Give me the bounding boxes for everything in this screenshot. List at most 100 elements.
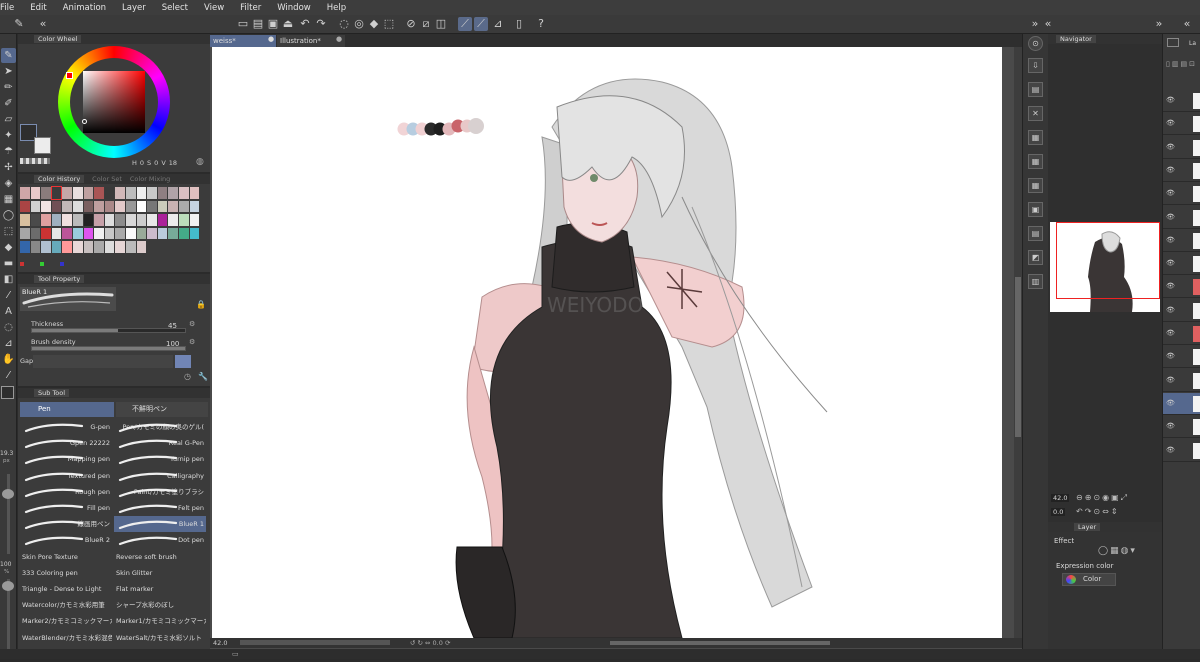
snap-ruler-icon[interactable]: ⟋ — [458, 17, 472, 31]
color-swatch[interactable] — [94, 227, 104, 240]
navigator-zoom[interactable]: 42.0 — [1051, 494, 1070, 502]
visibility-eye-icon[interactable]: 👁 — [1166, 213, 1175, 221]
tab-color-history[interactable]: Color History — [34, 175, 85, 183]
color-swatch[interactable] — [30, 227, 41, 240]
visibility-eye-icon[interactable]: 👁 — [1166, 446, 1175, 454]
layer-row[interactable]: 👁 — [1163, 323, 1200, 345]
timeline-icon[interactable]: ▭ — [232, 650, 239, 658]
layer-row[interactable]: 👁 — [1163, 137, 1200, 159]
visibility-eye-icon[interactable]: 👁 — [1166, 259, 1175, 267]
layer-row[interactable]: 👁 — [1163, 440, 1200, 462]
material-icon[interactable]: ⇩ — [1028, 58, 1043, 73]
layer-property-title[interactable]: Layer — [1074, 523, 1101, 531]
panel-3-icon[interactable]: ▦ — [1028, 178, 1043, 193]
brush-tool-icon[interactable]: ✐ — [1, 96, 16, 111]
lasso-tool-icon[interactable]: ◯ — [1, 208, 16, 223]
color-swatch[interactable] — [20, 200, 30, 213]
color-swatch[interactable] — [126, 200, 136, 213]
lock-icon[interactable]: 🔒 — [196, 300, 206, 309]
layer-row[interactable]: 👁 — [1163, 392, 1200, 415]
expand2-icon[interactable]: « — [1180, 17, 1194, 31]
color-swatch[interactable] — [30, 200, 41, 213]
color-swatch[interactable] — [62, 200, 72, 213]
figure-tool-icon[interactable]: ◧ — [1, 272, 16, 287]
color-swatch[interactable] — [147, 187, 157, 199]
color-swatch[interactable] — [94, 241, 104, 253]
color-swatch[interactable] — [115, 227, 125, 240]
brush-item[interactable]: 333 Coloring pen — [20, 565, 112, 581]
color-swatch[interactable] — [73, 227, 83, 240]
color-mode-icon[interactable]: ◍ — [196, 157, 204, 167]
layer-property-icon[interactable]: ▤ — [1028, 82, 1043, 97]
color-swatch[interactable] — [62, 187, 72, 199]
gradient-tool-icon[interactable]: ▦ — [1, 192, 16, 207]
brush-item[interactable]: Marker1/カモミコミックマーカー — [114, 613, 206, 629]
pencil-tool-icon[interactable]: ✏ — [1, 80, 16, 95]
drawing-canvas[interactable]: WEIYODO — [212, 47, 1002, 638]
doc-tab-illustration[interactable]: Illustration* — [277, 35, 345, 47]
opacity-handle[interactable] — [2, 581, 14, 591]
color-swatch[interactable] — [179, 214, 189, 226]
panel-4-icon[interactable]: ▣ — [1028, 202, 1043, 217]
color-swatch-grid[interactable] — [20, 186, 208, 257]
new-file-icon[interactable]: ▭ — [236, 17, 250, 31]
vertical-scrollbar[interactable] — [1014, 47, 1022, 638]
color-swatch[interactable] — [41, 241, 51, 253]
color-swatch[interactable] — [83, 241, 94, 253]
sub-color-chip[interactable] — [34, 137, 51, 154]
menu-file[interactable]: File — [0, 3, 14, 13]
eyedropper-tool-icon[interactable]: ⁄ — [1, 368, 16, 383]
color-swatch[interactable] — [189, 187, 200, 199]
brush-item[interactable]: Triangle - Dense to Light — [20, 581, 112, 597]
blend-tool-icon[interactable]: ☂ — [1, 144, 16, 159]
color-swatch[interactable] — [168, 227, 178, 240]
color-swatch[interactable] — [73, 187, 83, 199]
color-swatch[interactable] — [62, 227, 72, 240]
navigator-rotation[interactable]: 0.0 — [1051, 508, 1066, 516]
transparent-color-chip[interactable] — [20, 158, 50, 164]
layer-row[interactable]: 👁 — [1163, 113, 1200, 136]
undo-icon[interactable]: ↶ — [298, 17, 312, 31]
color-swatch[interactable] — [157, 214, 168, 226]
status-zoom[interactable]: 42.0 — [213, 639, 227, 647]
balloon-tool-icon[interactable]: ◌ — [1, 320, 16, 335]
pen-tool-icon[interactable]: ✎ — [1, 48, 16, 63]
visibility-eye-icon[interactable]: 👁 — [1166, 399, 1175, 407]
layer-row[interactable]: 👁 — [1163, 230, 1200, 252]
color-swatch[interactable] — [30, 187, 41, 199]
menu-edit[interactable]: Edit — [30, 3, 46, 13]
layer-row[interactable]: 👁 — [1163, 160, 1200, 182]
menu-filter[interactable]: Filter — [240, 3, 261, 13]
visibility-eye-icon[interactable]: 👁 — [1166, 236, 1175, 244]
color-swatch[interactable] — [30, 241, 41, 253]
color-swatch[interactable] — [147, 227, 157, 240]
hand-tool-icon[interactable]: ✋ — [1, 352, 16, 367]
color-swatch[interactable] — [83, 187, 94, 199]
doc-tab-weiss[interactable]: weiss* — [210, 35, 276, 47]
open-file-icon[interactable]: ▤ — [251, 17, 265, 31]
sv-marker[interactable] — [82, 119, 87, 124]
color-swatch[interactable] — [115, 241, 125, 253]
navigator-zoom-buttons-icon[interactable]: ⊖⊕⊙◉▣⤢ — [1076, 493, 1129, 503]
color-swatch[interactable] — [104, 187, 115, 199]
doc-tab2-close-icon[interactable]: ● — [336, 35, 342, 43]
brush-item[interactable]: Reverse soft brush — [114, 549, 206, 565]
hue-marker[interactable] — [66, 72, 73, 79]
layer-row[interactable]: 👁 — [1163, 416, 1200, 439]
menu-select[interactable]: Select — [162, 3, 188, 13]
color-swatch[interactable] — [41, 227, 51, 240]
layer-tools-icon[interactable]: ▯▥▤⊡ — [1166, 60, 1197, 68]
brush-item[interactable]: Flat marker — [114, 581, 206, 597]
help-icon[interactable]: ? — [534, 17, 548, 31]
color-swatch[interactable] — [179, 227, 189, 240]
fill-tool-icon[interactable]: ◈ — [1, 176, 16, 191]
color-swatch[interactable] — [115, 200, 125, 213]
navigator-viewport[interactable] — [1056, 222, 1160, 299]
main-color-swatch[interactable] — [1, 386, 14, 399]
collapse-left-icon[interactable]: « — [36, 17, 50, 31]
thickness-value[interactable]: 45 — [168, 322, 177, 330]
layer-row[interactable]: 👁 — [1163, 90, 1200, 112]
decorate-tool-icon[interactable]: ✦ — [1, 128, 16, 143]
color-swatch[interactable] — [157, 187, 168, 199]
invert-selection-icon[interactable]: ⧄ — [419, 17, 433, 31]
